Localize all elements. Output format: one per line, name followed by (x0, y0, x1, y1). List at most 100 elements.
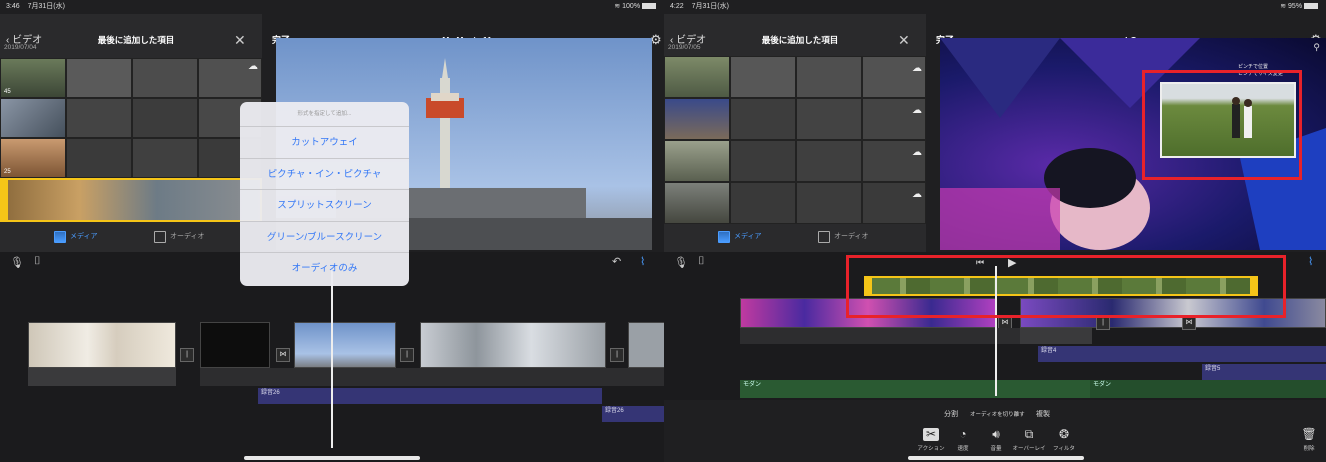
status-time: 3:46 (6, 3, 20, 10)
video-thumbnail[interactable] (66, 138, 132, 178)
undo-icon[interactable]: ↶ (612, 255, 621, 268)
tab-audio[interactable]: オーディオ (818, 230, 869, 244)
menu-item-cutaway[interactable]: カットアウェイ (240, 127, 409, 159)
playhead[interactable] (331, 270, 333, 448)
video-thumbnail[interactable]: 45 (0, 58, 66, 98)
right-screen: 4:22 7月31日(水) ≋ 95% ‹ ビデオ 最後に追加した項目 ✕ 20… (664, 0, 1326, 462)
music-clip[interactable]: モダン (1090, 380, 1326, 398)
microphone-icon[interactable]: 🎙︎ (674, 256, 688, 269)
audio-clip[interactable]: 録音26 (602, 406, 664, 422)
tool-filters[interactable]: ❂ フィルタ (1047, 427, 1081, 453)
video-thumbnail[interactable] (66, 98, 132, 138)
clip-audio-track (1020, 328, 1092, 344)
detach-audio-button[interactable]: オーディオを切り離す (970, 410, 1025, 418)
audio-clip[interactable]: 録音4 (1038, 346, 1326, 362)
selected-clip[interactable] (0, 178, 262, 222)
camera-icon[interactable]: ⌷ (698, 255, 705, 268)
film-icon (54, 231, 66, 243)
audio-clip[interactable]: 録音26 (258, 388, 602, 404)
video-thumbnail[interactable] (0, 98, 66, 138)
video-thumbnail[interactable] (664, 140, 730, 182)
close-icon[interactable]: ✕ (234, 28, 246, 52)
video-thumbnail[interactable] (796, 182, 862, 224)
video-thumbnail[interactable] (730, 182, 796, 224)
clip-audio-track (200, 368, 664, 386)
video-thumbnail[interactable] (730, 140, 796, 182)
video-clip[interactable] (200, 322, 270, 368)
video-thumbnail[interactable]: ☁ (862, 98, 926, 140)
video-thumbnail[interactable] (66, 58, 132, 98)
media-tabs: メディア オーディオ (718, 230, 888, 244)
delete-button[interactable]: 🗑︎ 削除 (1296, 428, 1322, 453)
cloud-icon: ☁ (912, 63, 922, 74)
video-thumbnail[interactable]: ☁ (862, 140, 926, 182)
menu-item-green-blue-screen[interactable]: グリーン/ブルースクリーン (240, 222, 409, 253)
video-thumbnail[interactable]: 25 (0, 138, 66, 178)
clip-audio-track (740, 328, 1026, 344)
scissors-icon: ✂ (923, 428, 939, 441)
video-thumbnail[interactable]: ☁ (862, 182, 926, 224)
menu-item-split-screen[interactable]: スプリットスクリーン (240, 190, 409, 222)
transition-icon[interactable]: | (1096, 316, 1110, 330)
tab-media[interactable]: メディア (54, 230, 98, 244)
audio-clip[interactable]: 録音5 (1202, 364, 1326, 380)
video-clip[interactable] (28, 322, 176, 368)
video-clip[interactable] (294, 322, 396, 368)
video-thumbnail[interactable] (664, 56, 730, 98)
video-thumbnail[interactable] (664, 98, 730, 140)
duplicate-button[interactable]: 複製 (1036, 409, 1050, 419)
status-time: 4:22 (670, 3, 684, 10)
video-thumbnail[interactable] (664, 182, 730, 224)
menu-item-audio-only[interactable]: オーディオのみ (240, 253, 409, 285)
home-indicator[interactable] (244, 456, 420, 460)
close-icon[interactable]: ✕ (898, 28, 910, 52)
add-format-menu: 形式を指定して追加... カットアウェイ ピクチャ・イン・ピクチャ スプリットス… (240, 102, 409, 286)
tool-speed[interactable]: ◔ 速度 (946, 427, 980, 453)
cloud-icon: ☁ (912, 147, 922, 158)
cloud-icon: ☁ (912, 189, 922, 200)
tab-media[interactable]: メディア (718, 230, 762, 244)
filters-icon: ❂ (1058, 427, 1070, 441)
music-clip[interactable]: モダン (740, 380, 1090, 398)
speaker-icon: 🔊︎ (992, 427, 1000, 441)
cloud-icon: ☁ (912, 105, 922, 116)
tab-audio[interactable]: オーディオ (154, 230, 205, 244)
video-thumbnail[interactable] (730, 98, 796, 140)
camera-icon[interactable]: ⌷ (34, 255, 41, 268)
home-indicator[interactable] (908, 456, 1084, 460)
transition-icon[interactable]: | (400, 348, 414, 362)
browser-title: 最後に追加した項目 (761, 35, 839, 45)
tool-volume[interactable]: 🔊︎ 音量 (979, 427, 1013, 453)
video-thumbnail[interactable] (796, 140, 862, 182)
video-thumbnail[interactable] (796, 98, 862, 140)
split-button[interactable]: 分割 (944, 409, 958, 419)
transition-icon[interactable]: | (180, 348, 194, 362)
menu-item-picture-in-picture[interactable]: ピクチャ・イン・ピクチャ (240, 159, 409, 190)
tool-overlay[interactable]: ⧉ オーバーレイ (1012, 428, 1046, 453)
transition-icon[interactable]: ⋈ (1182, 316, 1196, 330)
thumbnail-grid: ☁ ☁ ☁ ☁ (664, 56, 926, 224)
audio-waveform-icon[interactable]: ⌇ (1308, 255, 1313, 268)
microphone-icon[interactable]: 🎙︎ (10, 256, 24, 269)
video-thumbnail[interactable]: ☁ (198, 58, 262, 98)
transition-icon[interactable]: | (610, 348, 624, 362)
transition-icon[interactable]: ⋈ (276, 348, 290, 362)
cloud-icon: ☁ (248, 61, 258, 72)
music-note-icon (818, 231, 830, 243)
video-thumbnail[interactable] (132, 138, 198, 178)
tool-actions[interactable]: ✂ アクション (914, 428, 948, 453)
video-thumbnail[interactable] (730, 56, 796, 98)
browser-date: 2019/07/04 (4, 44, 37, 51)
video-thumbnail[interactable]: ☁ (862, 56, 926, 98)
video-thumbnail[interactable] (132, 98, 198, 138)
zoom-icon[interactable]: ⚲ (1313, 42, 1320, 53)
video-clip[interactable] (420, 322, 606, 368)
video-clip[interactable] (628, 322, 664, 368)
audio-waveform-icon[interactable]: ⌇ (640, 255, 645, 268)
wifi-icon: ≋ (614, 3, 621, 10)
battery-icon (1304, 3, 1318, 10)
video-thumbnail[interactable] (132, 58, 198, 98)
speedometer-icon: ◔ (959, 427, 967, 441)
trim-handle[interactable] (2, 180, 8, 220)
video-thumbnail[interactable] (796, 56, 862, 98)
